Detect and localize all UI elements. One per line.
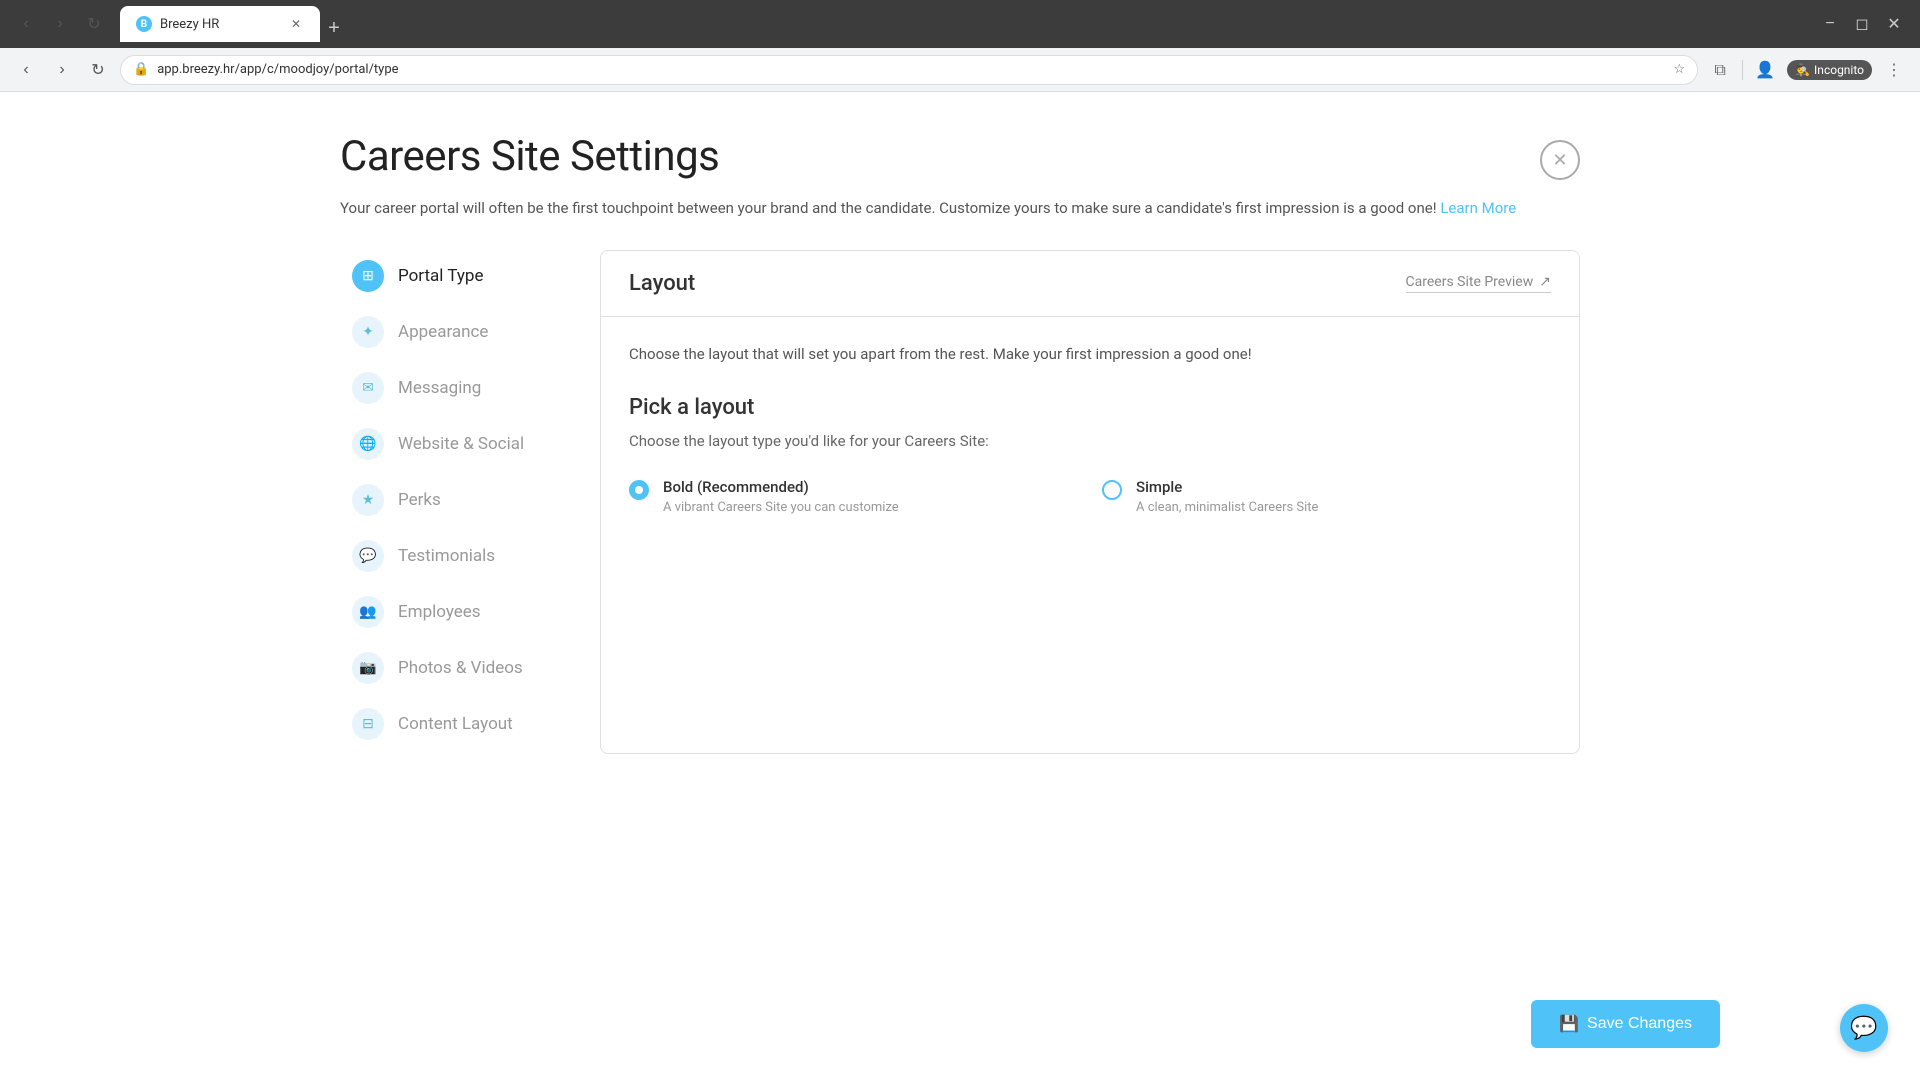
toolbar-right: ⧉ 👤 🕵 Incognito ⋮ <box>1706 56 1908 84</box>
content-layout-label: Content Layout <box>398 714 513 734</box>
back-button[interactable]: ‹ <box>12 10 40 38</box>
layout-options: Bold (Recommended) A vibrant Careers Sit… <box>629 478 1551 515</box>
layout-desc-bold: A vibrant Careers Site you can customize <box>663 500 899 515</box>
photos-videos-icon: 📷 <box>352 652 384 684</box>
messaging-label: Messaging <box>398 378 481 398</box>
bookmark-icon[interactable]: ☆ <box>1673 62 1685 77</box>
appearance-icon: ✦ <box>352 316 384 348</box>
browser-controls: ‹ › ↻ <box>12 10 108 38</box>
employees-icon: 👥 <box>352 596 384 628</box>
tab-favicon: B <box>136 16 152 32</box>
sidebar-item-photos-videos[interactable]: 📷 Photos & Videos <box>340 642 560 694</box>
window-close-button[interactable]: ✕ <box>1880 10 1908 38</box>
sidebar-item-testimonials[interactable]: 💬 Testimonials <box>340 530 560 582</box>
website-social-icon: 🌐 <box>352 428 384 460</box>
website-social-label: Website & Social <box>398 434 524 454</box>
description-text: Your career portal will often be the fir… <box>340 199 1440 217</box>
preview-link-text: Careers Site Preview <box>1406 274 1534 290</box>
url-text: app.breezy.hr/app/c/moodjoy/portal/type <box>157 62 1665 77</box>
page-content: Careers Site Settings ✕ Your career port… <box>0 92 1920 1080</box>
sidebar-item-messaging[interactable]: ✉ Messaging <box>340 362 560 414</box>
address-bar-row: ‹ › ↻ 🔒 app.breezy.hr/app/c/moodjoy/port… <box>0 48 1920 92</box>
sidebar-item-content-layout[interactable]: ⊟ Content Layout <box>340 698 560 750</box>
sidebar-item-perks[interactable]: ★ Perks <box>340 474 560 526</box>
sidebar-item-portal-type[interactable]: ⊞ Portal Type <box>340 250 560 302</box>
restore-button[interactable]: ◻ <box>1848 10 1876 38</box>
page-title: Careers Site Settings <box>340 132 719 181</box>
portal-type-label: Portal Type <box>398 266 483 286</box>
address-bar[interactable]: 🔒 app.breezy.hr/app/c/moodjoy/portal/typ… <box>120 55 1698 85</box>
chat-bubble-button[interactable]: 💬 <box>1840 1004 1888 1052</box>
sidebar-item-appearance[interactable]: ✦ Appearance <box>340 306 560 358</box>
layout-desc-simple: A clean, minimalist Careers Site <box>1136 500 1318 515</box>
layout-info-bold: Bold (Recommended) A vibrant Careers Sit… <box>663 478 899 515</box>
section-title: Pick a layout <box>629 395 1551 420</box>
new-tab-button[interactable]: + <box>320 14 348 42</box>
minimize-button[interactable]: − <box>1816 10 1844 38</box>
portal-type-icon: ⊞ <box>352 260 384 292</box>
save-changes-button[interactable]: 💾 Save Changes <box>1531 1000 1720 1048</box>
main-panel: Layout Careers Site Preview ↗ Choose the… <box>600 250 1580 754</box>
testimonials-icon: 💬 <box>352 540 384 572</box>
radio-bold[interactable] <box>629 480 649 500</box>
panel-header: Layout Careers Site Preview ↗ <box>601 251 1579 317</box>
photos-videos-label: Photos & Videos <box>398 658 523 678</box>
lock-icon: 🔒 <box>133 62 149 77</box>
page-inner: Careers Site Settings ✕ Your career port… <box>260 92 1660 794</box>
content-layout-icon: ⊟ <box>352 708 384 740</box>
content-area: ⊞ Portal Type ✦ Appearance ✉ Messaging 🌐… <box>340 250 1580 754</box>
radio-simple[interactable] <box>1102 480 1122 500</box>
appearance-label: Appearance <box>398 322 488 342</box>
layout-option-simple: Simple A clean, minimalist Careers Site <box>1102 478 1551 515</box>
tab-title: Breezy HR <box>160 17 280 32</box>
panel-body: Choose the layout that will set you apar… <box>601 317 1579 543</box>
nav-reload[interactable]: ↻ <box>84 56 112 84</box>
page-description: Your career portal will often be the fir… <box>340 197 1580 220</box>
extensions-icon[interactable]: ⧉ <box>1706 56 1734 84</box>
tab-close-button[interactable]: ✕ <box>288 16 304 32</box>
sidebar-item-website-social[interactable]: 🌐 Website & Social <box>340 418 560 470</box>
menu-icon[interactable]: ⋮ <box>1880 56 1908 84</box>
layout-name-simple: Simple <box>1136 478 1318 496</box>
profile-icon[interactable]: 👤 <box>1751 56 1779 84</box>
testimonials-label: Testimonials <box>398 546 495 566</box>
tab-bar: B Breezy HR ✕ + <box>116 6 1808 42</box>
page-header: Careers Site Settings ✕ <box>340 132 1580 181</box>
perks-icon: ★ <box>352 484 384 516</box>
chat-icon: 💬 <box>1850 1016 1877 1041</box>
external-link-icon: ↗ <box>1539 274 1551 290</box>
learn-more-link[interactable]: Learn More <box>1440 199 1516 217</box>
browser-chrome: ‹ › ↻ B Breezy HR ✕ + − ◻ ✕ <box>0 0 1920 48</box>
layout-info-simple: Simple A clean, minimalist Careers Site <box>1136 478 1318 515</box>
close-page-button[interactable]: ✕ <box>1540 140 1580 180</box>
save-label: Save Changes <box>1587 1015 1692 1033</box>
incognito-label: Incognito <box>1814 63 1864 77</box>
close-icon: ✕ <box>1552 150 1567 171</box>
address-bar-icons: ☆ <box>1673 62 1685 77</box>
forward-button[interactable]: › <box>46 10 74 38</box>
perks-label: Perks <box>398 490 441 510</box>
layout-option-bold: Bold (Recommended) A vibrant Careers Sit… <box>629 478 1078 515</box>
careers-site-preview-link[interactable]: Careers Site Preview ↗ <box>1406 274 1551 293</box>
incognito-badge: 🕵 Incognito <box>1787 60 1872 80</box>
window-controls: − ◻ ✕ <box>1816 10 1908 38</box>
sidebar-item-employees[interactable]: 👥 Employees <box>340 586 560 638</box>
sidebar-nav: ⊞ Portal Type ✦ Appearance ✉ Messaging 🌐… <box>340 250 560 754</box>
nav-forward[interactable]: › <box>48 56 76 84</box>
layout-name-bold: Bold (Recommended) <box>663 478 899 496</box>
section-subtitle: Choose the layout type you'd like for yo… <box>629 432 1551 450</box>
panel-description: Choose the layout that will set you apar… <box>629 345 1551 363</box>
active-tab[interactable]: B Breezy HR ✕ <box>120 6 320 42</box>
save-icon: 💾 <box>1559 1014 1579 1034</box>
panel-title: Layout <box>629 271 695 296</box>
divider <box>1742 60 1743 80</box>
employees-label: Employees <box>398 602 481 622</box>
nav-back[interactable]: ‹ <box>12 56 40 84</box>
reload-button[interactable]: ↻ <box>80 10 108 38</box>
messaging-icon: ✉ <box>352 372 384 404</box>
